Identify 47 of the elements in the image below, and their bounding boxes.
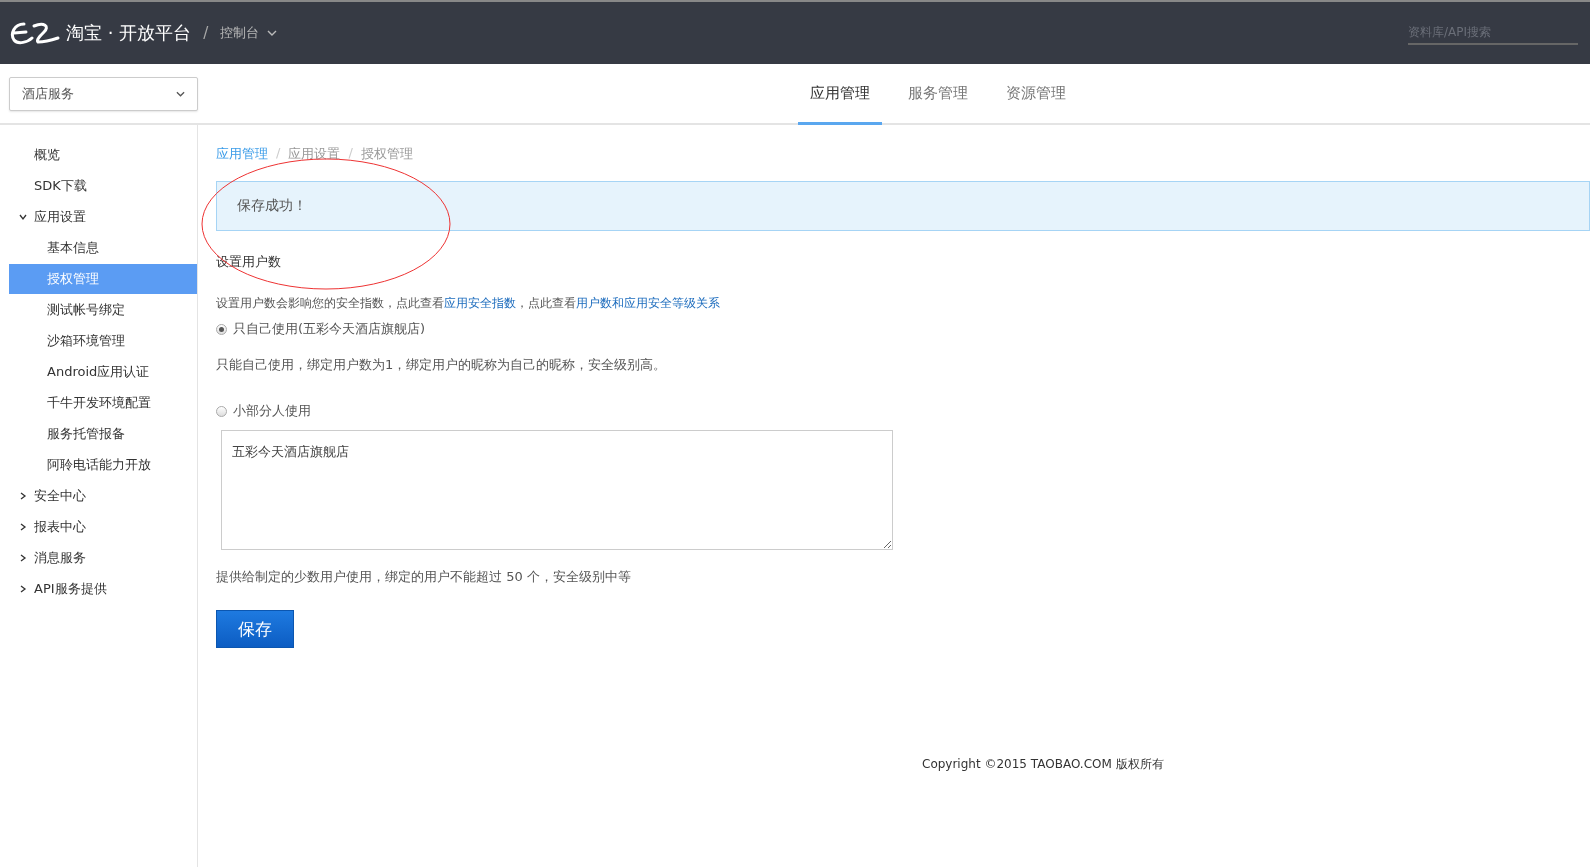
- chevron-right-icon: [19, 492, 27, 500]
- sidebar-item[interactable]: 服务托管报备: [9, 419, 197, 449]
- sidebar-item[interactable]: 消息服务: [9, 543, 197, 573]
- user-list-field[interactable]: 五彩今天酒店旗舰店: [221, 430, 893, 550]
- save-button[interactable]: 保存: [216, 610, 294, 648]
- app-select[interactable]: 酒店服务: [9, 76, 198, 111]
- console-dropdown[interactable]: 控制台: [220, 24, 278, 42]
- description-text: 设置用户数会影响您的安全指数，点此查看应用安全指数，点此查看用户数和应用安全等级关系: [216, 295, 721, 312]
- sidebar-item[interactable]: 沙箱环境管理: [9, 326, 197, 356]
- nav-tab[interactable]: 应用管理: [798, 64, 882, 125]
- sidebar-item[interactable]: 测试帐号绑定: [9, 295, 197, 325]
- chevron-down-icon: [267, 30, 278, 36]
- radio-button[interactable]: [216, 323, 227, 335]
- description-link[interactable]: 用户数和应用安全等级关系: [576, 296, 720, 310]
- nav-tab[interactable]: 服务管理: [896, 64, 980, 125]
- nav-tab[interactable]: 资源管理: [994, 64, 1078, 125]
- chevron-down-icon: [19, 213, 27, 221]
- radio-option[interactable]: 只自己使用(五彩今天酒店旗舰店): [216, 320, 1590, 338]
- chevron-right-icon: [19, 585, 27, 593]
- logo-icon[interactable]: [10, 20, 60, 46]
- radio-button[interactable]: [216, 405, 227, 417]
- success-alert: 保存成功！: [216, 181, 1590, 231]
- section-title: 设置用户数: [216, 253, 282, 271]
- chevron-right-icon: [19, 554, 27, 562]
- breadcrumb-current: 应用设置: [288, 145, 341, 163]
- sidebar-item[interactable]: 阿聆电话能力开放: [9, 450, 197, 480]
- copyright-text: Copyright ©2015 TAOBAO.COM 版权所有: [922, 756, 1165, 773]
- description-link[interactable]: 应用安全指数: [444, 296, 516, 310]
- sidebar-item[interactable]: SDK下载: [9, 171, 197, 201]
- chevron-down-icon: [176, 90, 185, 97]
- brand-title[interactable]: 淘宝 · 开放平台: [66, 21, 192, 45]
- breadcrumb-current: 授权管理: [360, 145, 413, 163]
- sidebar-item[interactable]: Android应用认证: [9, 357, 197, 387]
- sidebar-item[interactable]: 千牛开发环境配置: [9, 388, 197, 418]
- radio-option[interactable]: 小部分人使用: [216, 402, 1590, 420]
- sidebar-item[interactable]: 安全中心: [9, 481, 197, 511]
- breadcrumb-separator: /: [203, 24, 209, 42]
- sidebar-item[interactable]: 应用设置: [9, 202, 197, 232]
- breadcrumb-separator: /: [348, 145, 353, 162]
- sidebar-item[interactable]: API服务提供: [9, 574, 197, 604]
- sidebar-item[interactable]: 概览: [9, 140, 197, 170]
- breadcrumb-separator: /: [276, 145, 281, 162]
- option-hint: 只能自己使用，绑定用户数为1，绑定用户的昵称为自己的昵称，安全级别高。: [216, 356, 668, 374]
- chevron-right-icon: [19, 523, 27, 531]
- sidebar-item[interactable]: 基本信息: [9, 233, 197, 263]
- sidebar-item[interactable]: 报表中心: [9, 512, 197, 542]
- option-hint: 提供给制定的少数用户使用，绑定的用户不能超过 50 个，安全级别中等: [216, 568, 632, 586]
